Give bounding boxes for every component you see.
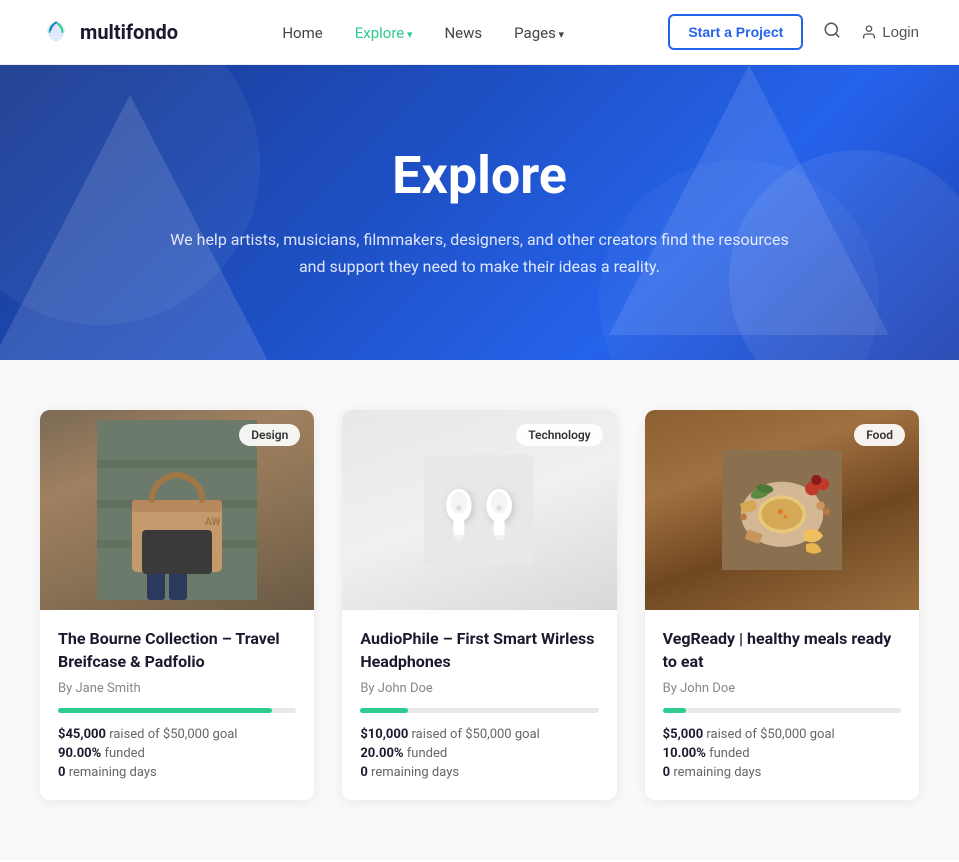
raised-label-3: raised of $50,000 goal xyxy=(706,727,834,742)
card-stats-3: $5,000 raised of $50,000 goal 10.00% fun… xyxy=(663,727,901,780)
funded-row-2: 20.00% funded xyxy=(360,746,598,761)
nav-links: Home Explore News Pages xyxy=(282,23,564,42)
remaining-label-2: remaining days xyxy=(371,765,459,780)
logo[interactable]: multifondo xyxy=(40,16,178,48)
card-body-3: VegReady | healthy meals ready to eat By… xyxy=(645,610,919,800)
progress-fill-2 xyxy=(360,708,408,713)
navbar: multifondo Home Explore News Pages Start… xyxy=(0,0,959,65)
nav-news[interactable]: News xyxy=(444,24,482,42)
card-stats-2: $10,000 raised of $50,000 goal 20.00% fu… xyxy=(360,727,598,780)
funded-label-3: funded xyxy=(709,746,749,761)
card-body-1: The Bourne Collection – Travel Breifcase… xyxy=(40,610,314,800)
progress-bar-3 xyxy=(663,708,901,713)
card-image-1: AW Design xyxy=(40,410,314,610)
card-title-2: AudioPhile – First Smart Wirless Headpho… xyxy=(360,628,598,673)
card-stats-1: $45,000 raised of $50,000 goal 90.00% fu… xyxy=(58,727,296,780)
remaining-label-3: remaining days xyxy=(673,765,761,780)
card-title-1: The Bourne Collection – Travel Breifcase… xyxy=(58,628,296,673)
card-title-3: VegReady | healthy meals ready to eat xyxy=(663,628,901,673)
design-bag-illustration: AW xyxy=(97,420,257,600)
card-badge-1: Design xyxy=(239,424,300,446)
card-image-2: Technology xyxy=(342,410,616,610)
project-card-2[interactable]: Technology AudioPhile – First Smart Wirl… xyxy=(342,410,616,800)
remaining-row-2: 0 remaining days xyxy=(360,765,598,780)
nav-pages[interactable]: Pages xyxy=(514,24,564,42)
card-author-2: By John Doe xyxy=(360,681,598,696)
search-icon xyxy=(823,21,841,39)
project-card-1[interactable]: AW Design The Bourne Collection – Travel… xyxy=(40,410,314,800)
funded-row-1: 90.00% funded xyxy=(58,746,296,761)
raised-label-2: raised of $50,000 goal xyxy=(412,727,540,742)
projects-section: AW Design The Bourne Collection – Travel… xyxy=(0,360,959,860)
raised-label-1: raised of $50,000 goal xyxy=(109,727,237,742)
funded-label-1: funded xyxy=(104,746,144,761)
hero-decoration-left xyxy=(0,85,280,360)
progress-bar-2 xyxy=(360,708,598,713)
raised-row-2: $10,000 raised of $50,000 goal xyxy=(360,727,598,742)
card-body-2: AudioPhile – First Smart Wirless Headpho… xyxy=(342,610,616,800)
card-badge-3: Food xyxy=(854,424,905,446)
card-author-1: By Jane Smith xyxy=(58,681,296,696)
card-badge-2: Technology xyxy=(516,424,602,446)
raised-row-1: $45,000 raised of $50,000 goal xyxy=(58,727,296,742)
user-icon xyxy=(861,24,877,40)
remaining-row-1: 0 remaining days xyxy=(58,765,296,780)
funded-row-3: 10.00% funded xyxy=(663,746,901,761)
funded-label-2: funded xyxy=(407,746,447,761)
raised-row-3: $5,000 raised of $50,000 goal xyxy=(663,727,901,742)
svg-text:AW: AW xyxy=(205,517,220,528)
airpods-illustration xyxy=(424,455,534,565)
progress-fill-1 xyxy=(58,708,272,713)
nav-home[interactable]: Home xyxy=(282,24,322,42)
progress-bar-1 xyxy=(58,708,296,713)
project-card-3[interactable]: Food VegReady | healthy meals ready to e… xyxy=(645,410,919,800)
logo-icon xyxy=(40,16,72,48)
start-project-button[interactable]: Start a Project xyxy=(668,14,803,50)
remaining-row-3: 0 remaining days xyxy=(663,765,901,780)
nav-explore[interactable]: Explore xyxy=(355,24,413,42)
food-illustration xyxy=(722,450,842,570)
hero-subtitle: We help artists, musicians, filmmakers, … xyxy=(160,226,800,280)
card-author-3: By John Doe xyxy=(663,681,901,696)
remaining-label-1: remaining days xyxy=(69,765,157,780)
nav-right: Start a Project Login xyxy=(668,14,919,50)
search-button[interactable] xyxy=(823,21,841,44)
login-button[interactable]: Login xyxy=(861,24,919,41)
hero-section: Explore We help artists, musicians, film… xyxy=(0,65,959,360)
hero-title: Explore xyxy=(392,145,567,206)
card-image-3: Food xyxy=(645,410,919,610)
cards-grid: AW Design The Bourne Collection – Travel… xyxy=(40,410,919,800)
progress-fill-3 xyxy=(663,708,687,713)
